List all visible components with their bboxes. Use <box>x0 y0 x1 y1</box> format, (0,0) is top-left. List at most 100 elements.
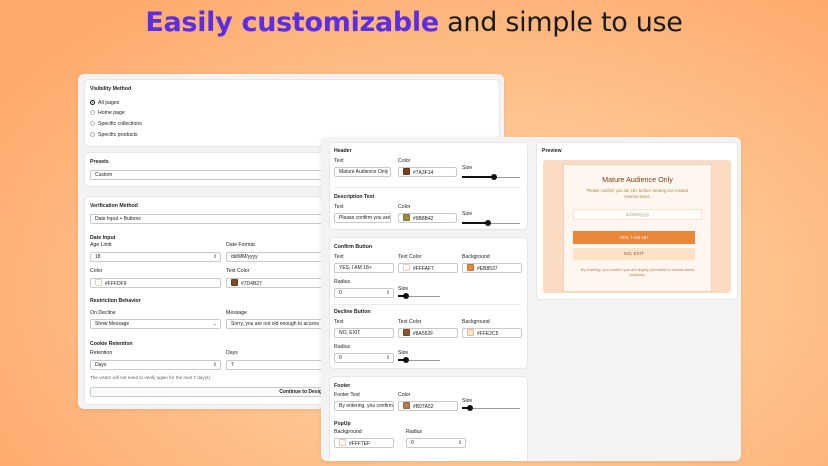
confirm-radius-value: 0 <box>339 290 342 296</box>
popup-radius-value: 0 <box>411 440 414 446</box>
preview-title: Preview <box>542 148 562 154</box>
header-card: Header Text Mature Audience Only Color #… <box>329 142 528 230</box>
footer-text-input[interactable]: By entering, you confirm <box>334 401 394 411</box>
age-limit-label: Age Limit <box>90 242 112 248</box>
confirm-text-color-label: Text Color <box>398 254 422 260</box>
presets-title: Presets <box>90 159 109 165</box>
on-decline-value: Show Message <box>95 321 130 327</box>
days-label: Days <box>226 350 238 356</box>
decline-radius-label: Radius <box>334 344 351 350</box>
header-text-input[interactable]: Mature Audience Only <box>334 167 391 177</box>
retention-value: Days <box>95 362 107 368</box>
stepper-icon[interactable]: ⇕ <box>458 439 462 447</box>
description-text-label: Text <box>334 204 344 210</box>
age-limit-input[interactable]: 18 ⇕ <box>90 252 221 262</box>
confirm-background-input[interactable]: #EB8537 <box>462 263 522 273</box>
description-color-input[interactable]: #9B8B42 <box>398 213 457 223</box>
radio-all-pages[interactable] <box>90 100 95 105</box>
message-input[interactable]: Sorry, you are not old enough to access <box>226 319 336 329</box>
cookie-retention-title: Cookie Retention <box>90 341 133 347</box>
date-format-input[interactable]: dd/MM/yyyy <box>226 252 336 262</box>
description-size-slider[interactable] <box>462 219 520 227</box>
headline: Easily customizable and simple to use <box>0 7 828 38</box>
preview-date-input[interactable]: dd/MM/yyyy <box>573 209 702 220</box>
header-color-label: Color <box>398 158 411 164</box>
color-swatch[interactable] <box>467 264 474 271</box>
decline-text-color-input[interactable]: #8A552F <box>398 328 458 338</box>
preview-footer: By entering, you confirm you are legally… <box>580 267 695 277</box>
age-limit-value: 18 <box>95 254 101 260</box>
text-color-input[interactable]: #7D4B27 <box>226 278 336 288</box>
days-input[interactable]: 7 <box>226 360 336 370</box>
preview-confirm-button[interactable]: YES, I AM 18+ <box>573 231 695 244</box>
header-color-input[interactable]: #7A3F14 <box>398 167 457 177</box>
confirm-size-slider[interactable] <box>398 292 440 300</box>
popup-background-input[interactable]: #FFF7EF <box>334 438 394 448</box>
date-format-value: dd/MM/yyyy <box>231 254 258 260</box>
preview-description: Please confirm you are 18+ before viewin… <box>586 188 689 199</box>
confirm-button-title: Confirm Button <box>334 244 373 250</box>
color-input[interactable]: #FFFDF9 <box>90 278 221 288</box>
days-value: 7 <box>231 362 234 368</box>
headline-accent: Easily customizable <box>145 7 439 38</box>
message-value: Sorry, you are not old enough to access <box>231 321 320 327</box>
text-color-label: Text Color <box>226 268 250 274</box>
footer-color-label: Color <box>398 392 411 398</box>
color-swatch[interactable] <box>403 329 410 336</box>
decline-background-input[interactable]: #FFE2C5 <box>462 328 522 338</box>
on-decline-label: On Decline <box>90 310 116 316</box>
color-swatch[interactable] <box>95 279 102 286</box>
color-swatch[interactable] <box>231 279 238 286</box>
visibility-option-label: Home page <box>98 110 125 116</box>
stepper-icon[interactable]: ⇕ <box>386 289 390 297</box>
color-swatch[interactable] <box>403 264 410 271</box>
color-swatch[interactable] <box>403 168 410 175</box>
radio-home-page[interactable] <box>90 110 95 115</box>
color-swatch[interactable] <box>403 214 410 221</box>
footer-color-input[interactable]: #B07A52 <box>398 401 458 411</box>
confirm-text-color-value: #FFFAF7 <box>413 266 434 272</box>
description-text-input[interactable]: Please confirm you are <box>334 213 391 223</box>
footer-size-slider[interactable] <box>462 404 520 412</box>
preview-decline-button[interactable]: NO, EXIT <box>573 248 695 260</box>
description-color-label: Color <box>398 204 411 210</box>
presets-select[interactable]: Custom <box>90 170 340 180</box>
decline-text-input[interactable]: NO, EXIT <box>334 328 394 338</box>
decline-background-value: #FFE2C5 <box>477 331 499 337</box>
confirm-text-color-input[interactable]: #FFFAF7 <box>398 263 458 273</box>
preview-card: Preview Mature Audience Only Please conf… <box>536 142 738 300</box>
decline-radius-input[interactable]: 0 ⇕ <box>334 353 394 363</box>
continue-to-design-button[interactable]: Continue to Design Tab <box>90 387 340 397</box>
color-swatch[interactable] <box>339 439 346 446</box>
visibility-method-title: Visibility Method <box>90 86 132 92</box>
preview-backdrop: Mature Audience Only Please confirm you … <box>543 160 731 293</box>
decline-text-value: NO, EXIT <box>339 330 361 336</box>
verification-method-title: Verification Method <box>90 203 138 209</box>
verification-method-select[interactable]: Date Input + Buttons <box>90 214 340 224</box>
stepper-icon[interactable]: ⇕ <box>213 253 217 261</box>
radio-specific-products[interactable] <box>90 132 95 137</box>
design-panel: Header Text Mature Audience Only Color #… <box>321 137 741 461</box>
color-label: Color <box>90 268 103 274</box>
verification-method-value: Date Input + Buttons <box>95 216 141 222</box>
stepper-icon: ⇕ <box>212 362 217 368</box>
stepper-icon[interactable]: ⇕ <box>386 354 390 362</box>
presets-value: Custom <box>95 172 113 178</box>
decline-size-slider[interactable] <box>398 356 440 364</box>
on-decline-select[interactable]: Show Message ⌄ <box>90 319 221 329</box>
popup-radius-label: Radius <box>406 429 423 435</box>
color-swatch[interactable] <box>467 329 474 336</box>
confirm-text-input[interactable]: YES, I AM 18+ <box>334 263 394 273</box>
confirm-text-label: Text <box>334 254 344 260</box>
radio-specific-collections[interactable] <box>90 121 95 126</box>
preview-popup: Mature Audience Only Please confirm you … <box>563 164 712 292</box>
footer-text-label: Footer Text <box>334 392 360 398</box>
header-size-slider[interactable] <box>462 173 520 181</box>
confirm-radius-input[interactable]: 0 ⇕ <box>334 288 394 298</box>
popup-radius-input[interactable]: 0 ⇕ <box>406 438 466 448</box>
header-text-value: Mature Audience Only <box>339 169 389 175</box>
preview-heading: Mature Audience Only <box>602 175 673 184</box>
color-swatch[interactable] <box>403 402 410 409</box>
message-label: Message <box>226 310 248 316</box>
retention-select[interactable]: Days ⇕ <box>90 360 221 370</box>
